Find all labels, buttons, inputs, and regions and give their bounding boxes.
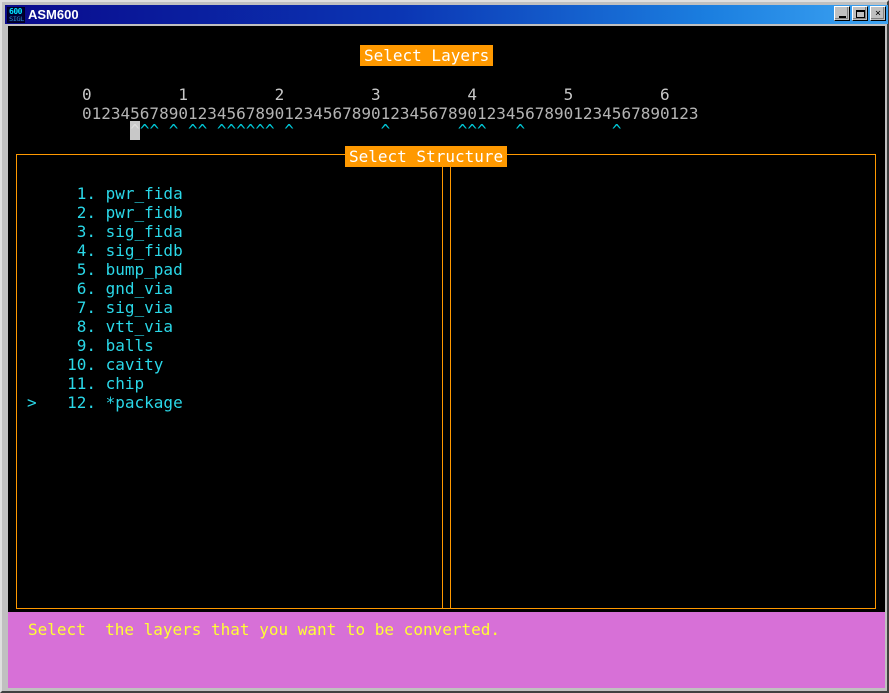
ruler-tens-row: 0 1 2 3 4 5 6 (82, 85, 670, 104)
list-item-label: cavity (96, 355, 164, 374)
list-item[interactable]: 1. pwr_fida (27, 184, 183, 203)
list-item[interactable]: 5. bump_pad (27, 260, 183, 279)
list-item-number: 10. (67, 355, 96, 374)
application-window: 600 SIGL ASM600 × Select Layers 0 1 2 3 … (0, 0, 889, 693)
list-item-marker: > (27, 393, 37, 412)
window-title: ASM600 (28, 7, 79, 22)
select-structure-title: Select Structure (345, 146, 508, 167)
list-item-label: sig_via (96, 298, 174, 317)
list-item-number: 9. (76, 336, 96, 355)
list-item-label: sig_fidb (96, 241, 183, 260)
hint-text: Select the layers that you want to be co… (28, 620, 501, 639)
panel-divider-right (450, 155, 451, 608)
list-item-number: 7. (76, 298, 96, 317)
list-item-number: 11. (67, 374, 96, 393)
list-item-label: pwr_fidb (96, 203, 183, 222)
list-item[interactable]: 3. sig_fida (27, 222, 183, 241)
list-item[interactable]: 7. sig_via (27, 298, 183, 317)
list-item[interactable]: 10. cavity (27, 355, 183, 374)
minimize-icon (835, 7, 849, 20)
hint-band: Select the layers that you want to be co… (8, 612, 885, 688)
close-icon: × (874, 7, 882, 19)
list-item-label: bump_pad (96, 260, 183, 279)
list-item-label: vtt_via (96, 317, 174, 336)
list-item-number: 3. (76, 222, 96, 241)
select-layers-banner: Select Layers (360, 45, 494, 66)
terminal-screen: Select Layers 0 1 2 3 4 5 6 012345678901… (8, 26, 885, 688)
list-item-label: gnd_via (96, 279, 174, 298)
marks-before-cursor (82, 121, 130, 140)
layer-list[interactable]: 1. pwr_fida 2. pwr_fidb 3. sig_fida 4. sig_… (27, 184, 183, 412)
window-controls: × (834, 6, 886, 21)
list-item-number: 8. (76, 317, 96, 336)
list-item-label: balls (96, 336, 154, 355)
list-item-label: *package (96, 393, 183, 412)
app-icon: 600 SIGL (7, 6, 25, 23)
list-item[interactable]: 4. sig_fidb (27, 241, 183, 260)
list-item-number: 4. (76, 241, 96, 260)
ruler-cursor[interactable]: ^ (130, 121, 140, 140)
app-icon-bottom-label: SIGL (9, 14, 24, 23)
ruler-selection-marks[interactable]: ^^^ ^ ^^ ^^^^^^ ^ ^ ^^^ ^ ^ (82, 121, 621, 140)
list-item-number: 2. (76, 203, 96, 222)
marks-after-cursor: ^^ ^ ^^ ^^^^^^ ^ ^ ^^^ ^ ^ (139, 121, 622, 140)
app-icon-top-label: 600 (9, 6, 22, 16)
panel-divider-left (442, 155, 443, 608)
close-button[interactable]: × (870, 6, 886, 21)
maximize-button[interactable] (852, 6, 868, 21)
select-structure-panel: 1. pwr_fida 2. pwr_fidb 3. sig_fida 4. sig_… (16, 154, 876, 609)
list-item[interactable]: >12. *package (27, 393, 183, 412)
list-item-label: chip (96, 374, 145, 393)
minimize-button[interactable] (834, 6, 850, 21)
list-item[interactable]: 9. balls (27, 336, 183, 355)
list-item-number: 6. (76, 279, 96, 298)
maximize-icon (853, 7, 867, 20)
list-item-label: sig_fida (96, 222, 183, 241)
list-item-number: 5. (76, 260, 96, 279)
list-item[interactable]: 8. vtt_via (27, 317, 183, 336)
list-item[interactable]: 11. chip (27, 374, 183, 393)
list-item[interactable]: 2. pwr_fidb (27, 203, 183, 222)
title-bar[interactable]: 600 SIGL ASM600 × (5, 5, 888, 24)
list-item-label: pwr_fida (96, 184, 183, 203)
list-item-number: 12. (67, 393, 96, 412)
list-item-number: 1. (76, 184, 96, 203)
list-item[interactable]: 6. gnd_via (27, 279, 183, 298)
